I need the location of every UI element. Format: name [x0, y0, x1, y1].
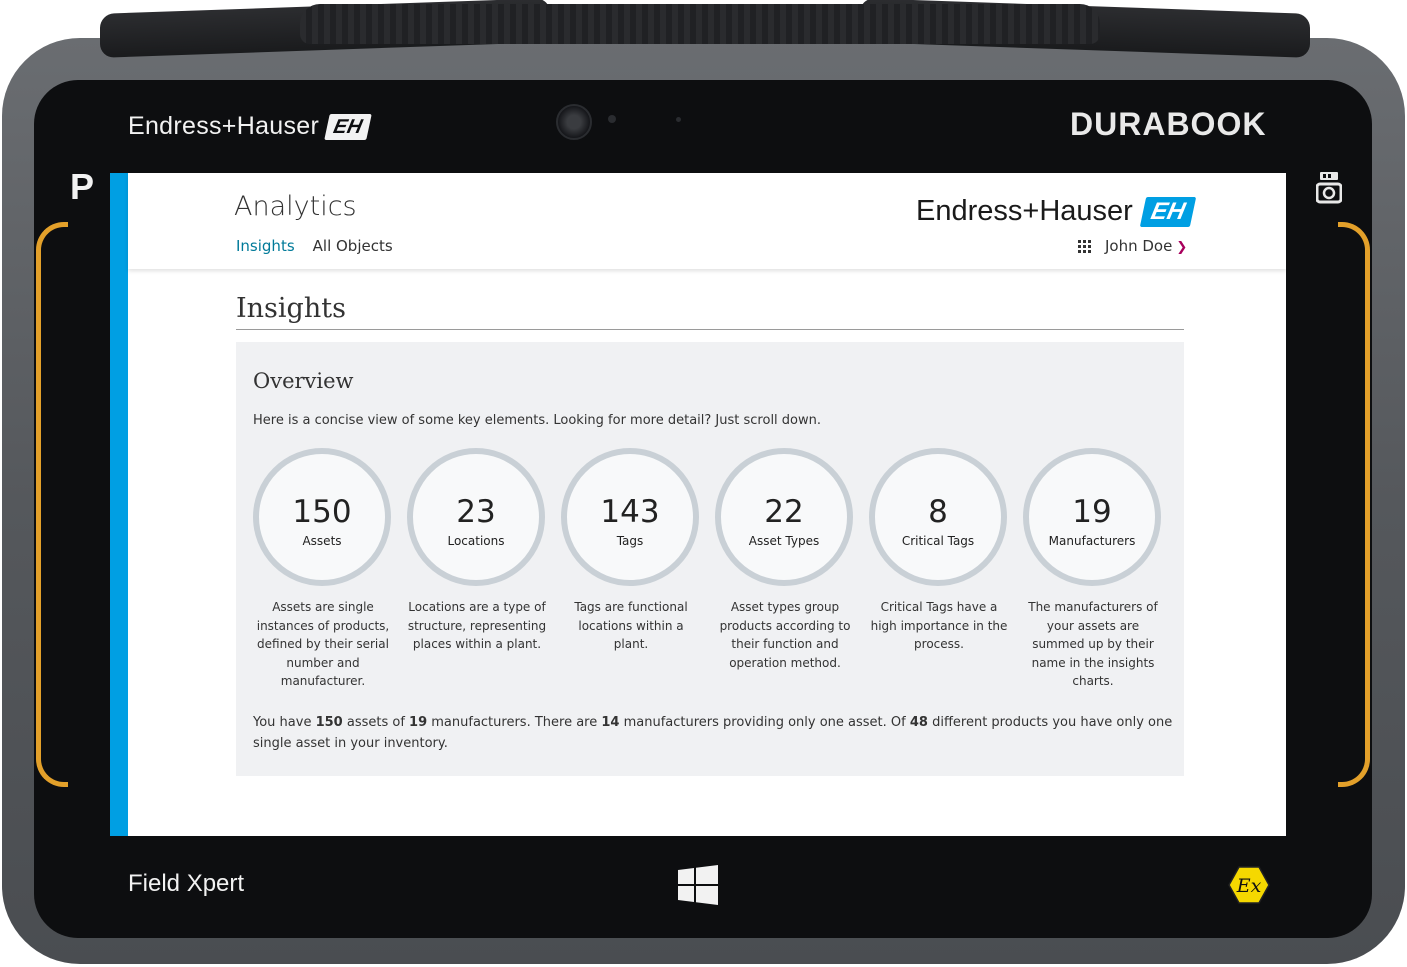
stat-label: Critical Tags: [901, 534, 975, 548]
stat-label: Asset Types: [748, 534, 820, 548]
bumper-band-right: [1338, 222, 1370, 787]
stat-description: Critical Tags have a high importance in …: [870, 600, 1008, 651]
accent-sidebar: [110, 173, 128, 836]
stat-value: 150: [292, 494, 352, 530]
user-menu[interactable]: John Doe ❯: [1105, 237, 1187, 255]
overview-intro: Here is a concise view of some key eleme…: [253, 413, 822, 428]
stat-value: 8: [928, 494, 948, 530]
stat-asset-types: 22 Asset Types Asset types group product…: [715, 448, 869, 672]
apps-grid-icon[interactable]: [1078, 239, 1091, 253]
tab-insights[interactable]: Insights: [236, 237, 295, 255]
stat-label: Tags: [616, 534, 644, 548]
light-sensor: [608, 115, 616, 123]
stat-locations: 23 Locations Locations are a type of str…: [407, 448, 561, 654]
stat-ring[interactable]: 8 Critical Tags: [869, 448, 1007, 586]
stat-ring[interactable]: 23 Locations: [407, 448, 545, 586]
eh-logo-icon: EH: [1139, 196, 1197, 227]
stat-ring[interactable]: 143 Tags: [561, 448, 699, 586]
stat-description: Assets are single instances of products,…: [256, 600, 390, 688]
summary-single-manufacturers-count: 14: [601, 715, 620, 730]
summary-assets-count: 150: [315, 715, 343, 730]
nav-tabs: Insights All Objects: [236, 237, 393, 255]
stat-ring[interactable]: 150 Assets: [253, 448, 391, 586]
stat-label: Manufacturers: [1048, 534, 1136, 548]
eh-logo-icon: EH: [324, 113, 372, 140]
app-header: Analytics Insights All Objects Endress+H…: [128, 173, 1286, 269]
ex-hazard-icon: Ex: [1228, 866, 1270, 904]
stat-description: Tags are functional locations within a p…: [574, 600, 688, 651]
summary-text: manufacturers providing only one asset. …: [619, 715, 910, 730]
chevron-down-icon: ❯: [1176, 240, 1188, 255]
summary-text: assets of: [342, 715, 410, 730]
stat-value: 23: [456, 494, 496, 530]
heading-divider: [236, 329, 1184, 330]
app-screen: Analytics Insights All Objects Endress+H…: [110, 173, 1286, 836]
stat-label: Locations: [447, 534, 505, 548]
summary-manufacturers-count: 19: [409, 715, 428, 730]
carry-handle: [300, 4, 1100, 44]
stat-value: 22: [764, 494, 804, 530]
stat-ring[interactable]: 22 Asset Types: [715, 448, 853, 586]
stat-assets: 150 Assets Assets are single instances o…: [253, 448, 407, 691]
overview-summary: You have 150 assets of 19 manufacturers.…: [253, 712, 1173, 754]
overview-title: Overview: [253, 369, 354, 393]
stat-description: Locations are a type of structure, repre…: [407, 600, 547, 651]
field-xpert-label: Field Xpert: [128, 870, 245, 897]
app-title: Analytics: [234, 191, 357, 222]
stat-ring[interactable]: 19 Manufacturers: [1023, 448, 1161, 586]
user-area: John Doe ❯: [1078, 237, 1187, 255]
summary-text: manufacturers. There are: [427, 715, 602, 730]
stat-manufacturers: 19 Manufacturers The manufacturers of yo…: [1023, 448, 1177, 691]
status-led: [676, 117, 681, 122]
header-brand-text: Endress+Hauser: [916, 195, 1133, 227]
page-title: Insights: [236, 293, 346, 324]
stat-description: Asset types group products according to …: [719, 600, 851, 670]
stat-label: Assets: [302, 534, 342, 548]
webcam-icon: [556, 104, 592, 140]
stat-critical-tags: 8 Critical Tags Critical Tags have a hig…: [869, 448, 1023, 654]
user-name: John Doe: [1105, 237, 1173, 255]
tab-all-objects[interactable]: All Objects: [313, 237, 393, 255]
stat-value: 143: [600, 494, 660, 530]
stat-value: 19: [1072, 494, 1112, 530]
p-hardware-key[interactable]: P: [70, 166, 94, 208]
header-brand-logo: Endress+Hauser EH: [916, 195, 1197, 228]
bumper-band-left: [36, 222, 68, 787]
stats-row: 150 Assets Assets are single instances o…: [253, 448, 1173, 688]
windows-button-icon[interactable]: [678, 865, 718, 905]
durabook-logo: DURABOOK: [1070, 106, 1267, 142]
camera-button-icon[interactable]: [1316, 172, 1342, 204]
bezel-brand-text: Endress+Hauser: [128, 112, 320, 140]
bezel-brand-logo: Endress+Hauser EH: [128, 112, 372, 141]
stat-description: The manufacturers of your assets are sum…: [1028, 600, 1158, 688]
ex-mark-text: Ex: [1236, 875, 1262, 897]
stat-tags: 143 Tags Tags are functional locations w…: [561, 448, 715, 654]
overview-panel: Overview Here is a concise view of some …: [236, 342, 1184, 776]
summary-products-count: 48: [909, 715, 928, 730]
summary-text: You have: [253, 715, 316, 730]
